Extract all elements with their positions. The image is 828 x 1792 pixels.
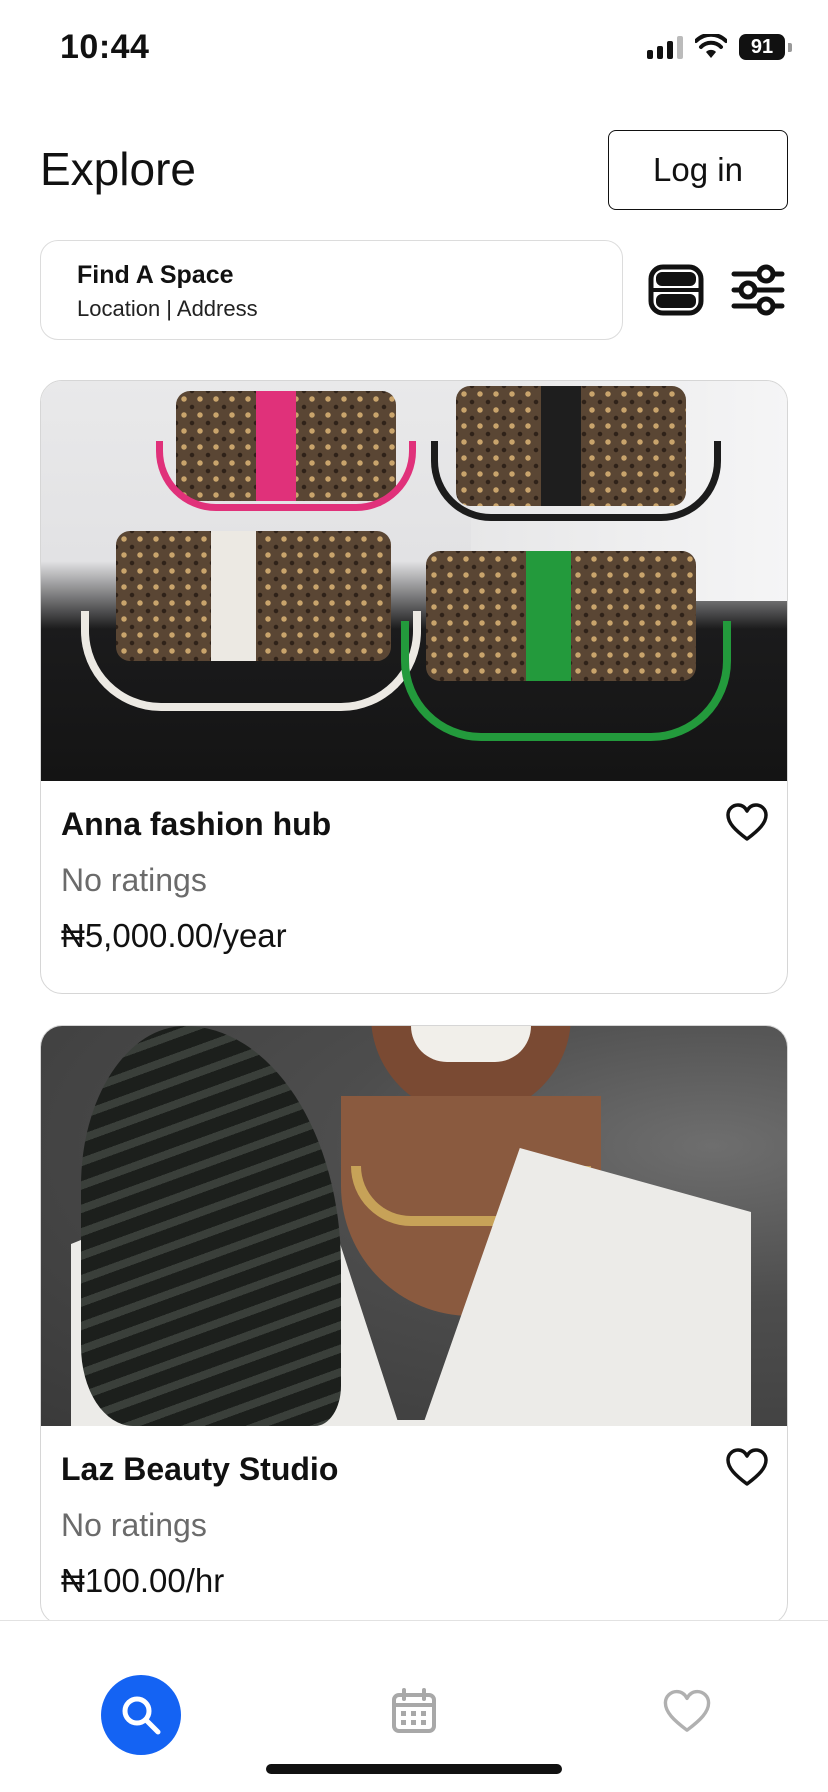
listing-rating: No ratings bbox=[61, 862, 207, 898]
status-bar: 10:44 91 bbox=[0, 0, 828, 100]
search-subtitle: Location | Address bbox=[77, 296, 258, 321]
map-icon[interactable] bbox=[648, 262, 704, 318]
heart-icon[interactable] bbox=[662, 1687, 712, 1737]
listing-card[interactable]: Anna fashion hub No ratings ₦5,000.00/ye… bbox=[40, 380, 788, 994]
header: Explore Log in bbox=[40, 130, 788, 210]
listing-price: ₦5,000.00/year bbox=[61, 917, 287, 954]
home-indicator bbox=[266, 1764, 562, 1774]
listing-price: ₦100.00/hr bbox=[61, 1562, 225, 1599]
battery-icon: 91 bbox=[739, 34, 792, 60]
status-time: 10:44 bbox=[60, 28, 150, 66]
listing-image bbox=[41, 1026, 787, 1426]
login-button[interactable]: Log in bbox=[608, 130, 788, 210]
nav-search-button[interactable] bbox=[101, 1675, 181, 1755]
cellular-signal-icon bbox=[647, 35, 683, 59]
listing-image bbox=[41, 381, 787, 781]
search-title: Find A Space bbox=[77, 261, 234, 289]
listing-details: Anna fashion hub No ratings ₦5,000.00/ye… bbox=[41, 781, 787, 959]
heart-icon[interactable] bbox=[725, 801, 769, 845]
listing-name: Laz Beauty Studio bbox=[61, 1451, 339, 1487]
heart-icon[interactable] bbox=[725, 1446, 769, 1490]
filter-sliders-icon[interactable] bbox=[730, 262, 786, 318]
status-indicators: 91 bbox=[647, 34, 792, 60]
listing-rating: No ratings bbox=[61, 1507, 207, 1543]
listing-name: Anna fashion hub bbox=[61, 806, 332, 842]
wifi-icon bbox=[695, 34, 727, 58]
listing-details: Laz Beauty Studio No ratings ₦100.00/hr bbox=[41, 1426, 787, 1604]
listing-card[interactable]: Laz Beauty Studio No ratings ₦100.00/hr bbox=[40, 1025, 788, 1625]
search-input[interactable]: Find A Space Location | Address bbox=[40, 240, 623, 340]
page-title: Explore bbox=[40, 143, 196, 195]
search-icon bbox=[122, 1696, 161, 1735]
battery-level: 91 bbox=[739, 34, 785, 60]
calendar-icon[interactable] bbox=[390, 1687, 438, 1735]
